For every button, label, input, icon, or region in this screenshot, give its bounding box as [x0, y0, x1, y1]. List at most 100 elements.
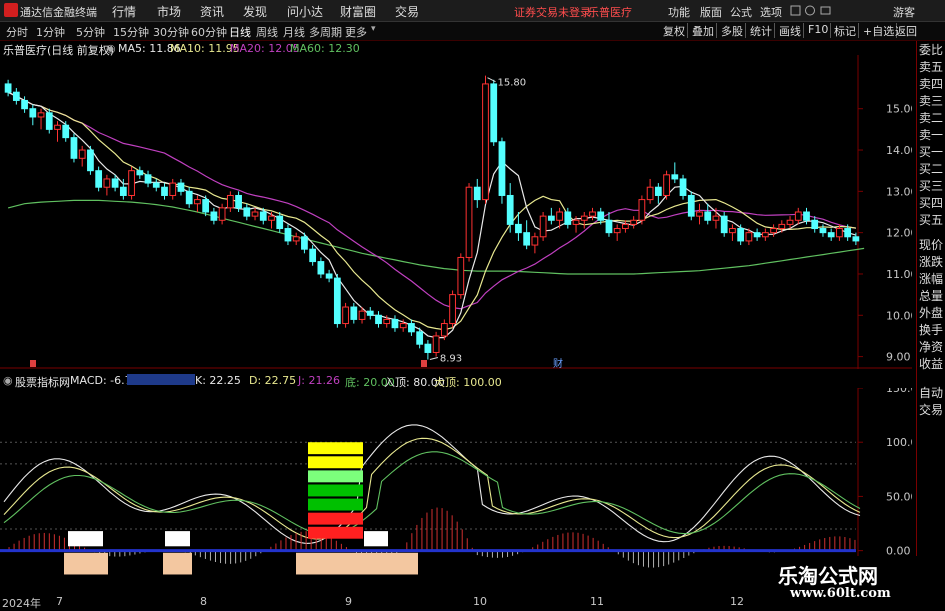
tab-monthly[interactable]: 月线	[283, 24, 305, 40]
candlestick-chart[interactable]: 15.00 14.00 13.00 12.00 11.00 10.00 9.00 15.80 8…	[0, 55, 912, 369]
tab-timeshare[interactable]: 分时	[6, 24, 28, 40]
candle	[572, 219, 580, 225]
menu-market[interactable]: 市场	[157, 3, 181, 20]
signal-stack-block	[308, 512, 363, 525]
y-tick-label: 14.00	[886, 144, 912, 157]
candle	[449, 294, 456, 325]
candle	[440, 323, 448, 337]
candle	[465, 186, 473, 258]
tab-multi-period[interactable]: 多周期	[309, 24, 342, 40]
menu-wealth-circle[interactable]: 财富圈	[340, 3, 376, 20]
more-chevron-icon: ▾	[371, 24, 376, 34]
high-pointer	[487, 77, 496, 83]
candle	[613, 228, 621, 234]
sub-y-tick-label: 50.00	[886, 490, 912, 503]
menu-discover[interactable]: 发现	[243, 3, 267, 20]
stock-info-line: 乐普医疗(日线 前复权) ◉ MA5: 11.86 MA10: 11.95 MA…	[0, 41, 912, 57]
candle	[704, 211, 712, 221]
panel-volume[interactable]: 总量	[919, 287, 943, 304]
menu-news[interactable]: 资讯	[200, 3, 224, 20]
panel-ask2[interactable]: 卖二	[919, 109, 943, 126]
panel-bid-ratio[interactable]: 委比	[919, 41, 943, 58]
tab-more[interactable]: 更多	[345, 24, 367, 40]
menu-function[interactable]: 功能	[668, 4, 690, 20]
menu-ask-xiaoda[interactable]: 问小达	[287, 3, 323, 20]
candle	[119, 186, 127, 196]
candle	[276, 215, 284, 230]
candle	[202, 199, 210, 213]
axis-month-9: 9	[345, 595, 352, 608]
candle	[580, 215, 588, 221]
candle	[605, 219, 613, 234]
candle	[424, 343, 432, 353]
mark-button[interactable]: 标记	[832, 23, 859, 38]
panel-ask3[interactable]: 卖三	[919, 92, 943, 109]
back-button[interactable]: 返回	[893, 23, 919, 38]
ma-settings-icon[interactable]: ◉	[106, 42, 116, 55]
menu-options[interactable]: 选项	[760, 4, 782, 20]
tab-weekly[interactable]: 周线	[256, 24, 278, 40]
panel-ask4[interactable]: 卖四	[919, 75, 943, 92]
panel-turnover[interactable]: 换手	[919, 321, 943, 338]
candle	[111, 178, 119, 188]
tab-1min[interactable]: 1分钟	[36, 24, 65, 40]
low-pointer	[429, 357, 439, 360]
menu-formula[interactable]: 公式	[730, 4, 752, 20]
panel-trade[interactable]: 交易	[919, 401, 943, 418]
panel-change-pct[interactable]: 涨幅	[919, 270, 943, 287]
candle	[103, 178, 111, 188]
panel-bid3[interactable]: 买三	[919, 177, 943, 194]
candle	[515, 223, 522, 234]
stock-notice[interactable]: 乐普医疗	[588, 4, 632, 20]
panel-bid4[interactable]: 买四	[919, 194, 943, 211]
menu-trade[interactable]: 交易	[395, 3, 419, 20]
statistics-button[interactable]: 统计	[748, 23, 775, 38]
candle	[646, 186, 654, 201]
candle	[753, 232, 761, 238]
add-watchlist-button[interactable]: +自选	[861, 23, 898, 38]
restore-right-button[interactable]: 复权	[661, 23, 688, 38]
panel-bid2[interactable]: 买二	[919, 160, 943, 177]
draw-line-button[interactable]: 画线	[777, 23, 804, 38]
candle	[794, 211, 802, 221]
indicator-settings-icon[interactable]: ◉	[3, 374, 13, 387]
candle	[301, 236, 308, 250]
candle	[654, 186, 662, 196]
tab-30min[interactable]: 30分钟	[153, 24, 189, 40]
panel-outer-volume[interactable]: 外盘	[919, 304, 943, 321]
tab-60min[interactable]: 60分钟	[191, 24, 227, 40]
candle	[523, 232, 531, 246]
panel-auto[interactable]: 自动	[919, 384, 943, 401]
multi-stock-button[interactable]: 多股	[719, 23, 746, 38]
candle	[712, 215, 720, 221]
panel-bid5[interactable]: 买五	[919, 211, 943, 228]
panel-change[interactable]: 涨跌	[919, 253, 943, 270]
menu-quotes[interactable]: 行情	[112, 3, 136, 20]
tab-daily[interactable]: 日线	[229, 24, 251, 40]
candle	[358, 310, 366, 320]
app-logo-icon	[4, 3, 18, 17]
high-label: 15.80	[498, 78, 527, 89]
signal-box	[68, 531, 103, 547]
panel-earnings[interactable]: 收益	[919, 355, 943, 372]
axis-month-7: 7	[56, 595, 63, 608]
f10-button[interactable]: F10	[806, 23, 832, 38]
overlay-button[interactable]: 叠加	[690, 23, 717, 38]
candle	[62, 124, 70, 139]
panel-price[interactable]: 现价	[919, 236, 943, 253]
candle	[317, 261, 325, 275]
login-notice[interactable]: 证券交易未登录	[514, 4, 591, 20]
candle	[679, 178, 687, 196]
panel-bid1[interactable]: 买一	[919, 143, 943, 160]
panel-net-assets[interactable]: 净资	[919, 338, 943, 355]
guest-user[interactable]: 游客	[893, 4, 915, 20]
tab-15min[interactable]: 15分钟	[113, 24, 149, 40]
candle	[498, 141, 506, 196]
menu-layout[interactable]: 版面	[700, 4, 722, 20]
indicator-header: ◉ 股票指标网 MACD: -6.70 K: 22.25 D: 22.75 J:…	[0, 373, 912, 389]
low-label: 8.93	[440, 353, 462, 364]
candle	[720, 215, 728, 234]
panel-ask1[interactable]: 卖一	[919, 126, 943, 143]
tab-5min[interactable]: 5分钟	[76, 24, 105, 40]
panel-ask5[interactable]: 卖五	[919, 58, 943, 75]
